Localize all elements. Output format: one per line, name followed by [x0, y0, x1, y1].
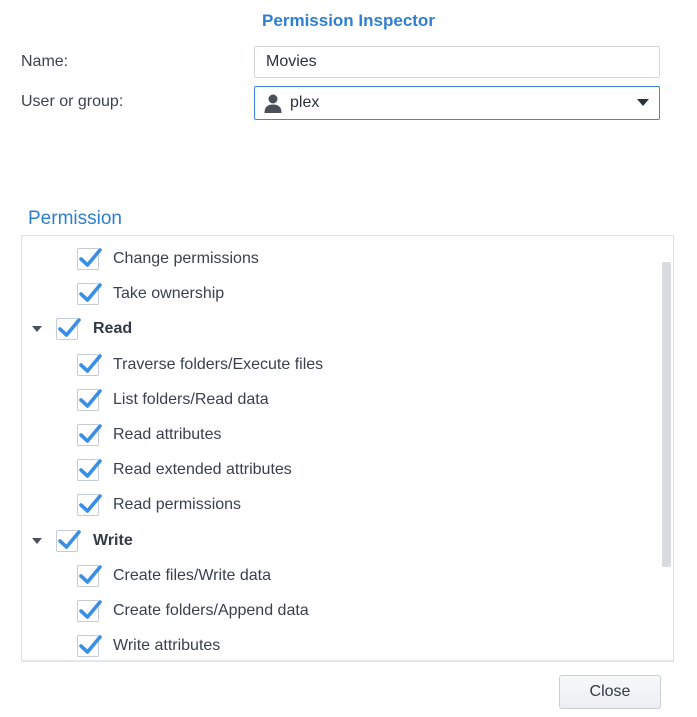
dialog-title: Permission Inspector [262, 11, 435, 30]
permission-checkbox[interactable] [77, 459, 102, 482]
permission-row[interactable]: Change permissions [22, 241, 652, 276]
permission-list-bottom-border [21, 660, 674, 662]
permission-label: Take ownership [113, 285, 225, 303]
checkmark-icon [58, 318, 81, 338]
permission-label: Write attributes [113, 637, 221, 655]
permission-row[interactable]: Create files/Write data [22, 558, 652, 593]
permission-checkbox[interactable] [77, 353, 102, 376]
checkmark-icon [79, 283, 102, 302]
permission-label: Traverse folders/Execute files [113, 355, 324, 373]
permission-label: Change permissions [113, 250, 259, 267]
permission-checkbox[interactable] [56, 318, 81, 341]
checkmark-icon [79, 248, 102, 267]
expand-triangle-icon[interactable] [32, 537, 42, 544]
permission-checkbox[interactable] [77, 424, 102, 446]
checkmark-icon [79, 424, 102, 443]
permission-row[interactable]: List folders/Read data [22, 382, 652, 417]
checkmark-icon [79, 635, 102, 654]
permission-label: Read extended attributes [113, 461, 292, 479]
user-or-group-label: User or group: [21, 93, 124, 110]
user-or-group-value: plex [290, 94, 320, 111]
permission-row[interactable]: Write attributes [22, 628, 652, 660]
checkmark-icon [79, 353, 102, 373]
permission-checkbox[interactable] [77, 388, 102, 411]
permission-checkbox[interactable] [77, 564, 102, 587]
permission-checkbox[interactable] [77, 635, 102, 658]
permission-checkbox[interactable] [77, 494, 102, 517]
checkmark-icon [79, 388, 102, 408]
name-field-value: Movies [266, 53, 317, 70]
permission-group-row[interactable]: Write [22, 523, 652, 558]
permission-row[interactable]: Create folders/Append data [22, 593, 652, 628]
permission-label: Write [93, 531, 133, 549]
permission-label: Read permissions [113, 496, 242, 514]
permission-checkbox[interactable] [77, 283, 102, 306]
permission-section-title: Permission [28, 208, 122, 229]
checkmark-icon [79, 494, 102, 514]
permission-row[interactable]: Traverse folders/Execute files [22, 347, 652, 382]
permission-label: List folders/Read data [113, 390, 269, 408]
permission-row[interactable]: Read permissions [22, 487, 652, 522]
checkmark-icon [79, 564, 102, 584]
permission-group-row[interactable]: Read [22, 311, 652, 346]
permission-checkbox[interactable] [77, 600, 102, 622]
permission-label: Read attributes [113, 426, 222, 443]
permission-row[interactable]: Take ownership [22, 276, 652, 311]
expand-triangle-icon[interactable] [32, 326, 42, 333]
user-icon [264, 94, 282, 113]
user-or-group-select[interactable]: plex [254, 86, 660, 120]
permission-label: Read [93, 320, 133, 338]
name-field[interactable]: Movies [254, 46, 660, 78]
checkmark-icon [79, 600, 102, 619]
permission-checkbox[interactable] [56, 529, 81, 552]
permission-label: Create files/Write data [113, 566, 271, 584]
checkmark-icon [79, 459, 102, 478]
checkmark-icon [58, 529, 81, 549]
close-button[interactable]: Close [559, 675, 661, 709]
name-label: Name: [21, 53, 69, 70]
permission-row[interactable]: Read extended attributes [22, 452, 652, 487]
permission-list[interactable]: Change permissions Take ownership Read Trav… [21, 235, 674, 660]
chevron-down-icon[interactable] [637, 99, 649, 106]
scrollbar[interactable] [662, 262, 671, 567]
permission-checkbox[interactable] [77, 248, 102, 270]
permission-label: Create folders/Append data [113, 602, 309, 619]
permission-row[interactable]: Read attributes [22, 417, 652, 452]
